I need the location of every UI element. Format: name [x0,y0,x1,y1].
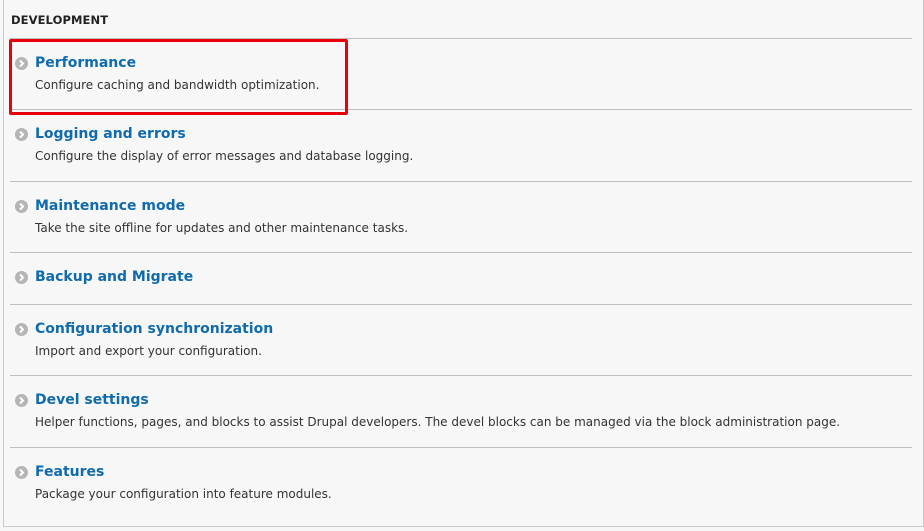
logging-and-errors-link[interactable]: Logging and errors [35,126,186,142]
logging-and-errors-description: Configure the display of error messages … [35,149,414,163]
performance-description: Configure caching and bandwidth optimiza… [35,78,320,92]
list-item-features: Features Package your configuration into… [10,447,912,519]
chevron-circle-right-icon [15,57,28,70]
chevron-circle-right-icon [15,466,28,479]
performance-link[interactable]: Performance [35,55,136,71]
section-title: DEVELOPMENT [11,13,109,27]
features-link[interactable]: Features [35,464,104,480]
configuration-synchronization-description: Import and export your configuration. [35,344,262,358]
configuration-synchronization-link[interactable]: Configuration synchronization [35,321,273,337]
chevron-circle-right-icon [15,394,28,407]
features-description: Package your configuration into feature … [35,487,332,501]
devel-settings-description: Helper functions, pages, and blocks to a… [35,415,841,429]
chevron-circle-right-icon [15,200,28,213]
list-item-maintenance-mode: Maintenance mode Take the site offline f… [10,181,912,252]
list-item-backup-and-migrate: Backup and Migrate [10,252,912,304]
maintenance-mode-description: Take the site offline for updates and ot… [35,221,409,235]
list-item-devel-settings: Devel settings Helper functions, pages, … [10,375,912,447]
admin-menu-list: Performance Configure caching and bandwi… [10,38,912,519]
list-item-performance: Performance Configure caching and bandwi… [10,38,912,109]
chevron-circle-right-icon [15,271,28,284]
chevron-circle-right-icon [15,323,28,336]
maintenance-mode-link[interactable]: Maintenance mode [35,198,185,214]
chevron-circle-right-icon [15,128,28,141]
devel-settings-link[interactable]: Devel settings [35,392,149,408]
list-item-configuration-synchronization: Configuration synchronization Import and… [10,304,912,375]
list-item-logging-and-errors: Logging and errors Configure the display… [10,109,912,181]
backup-and-migrate-link[interactable]: Backup and Migrate [35,269,193,285]
